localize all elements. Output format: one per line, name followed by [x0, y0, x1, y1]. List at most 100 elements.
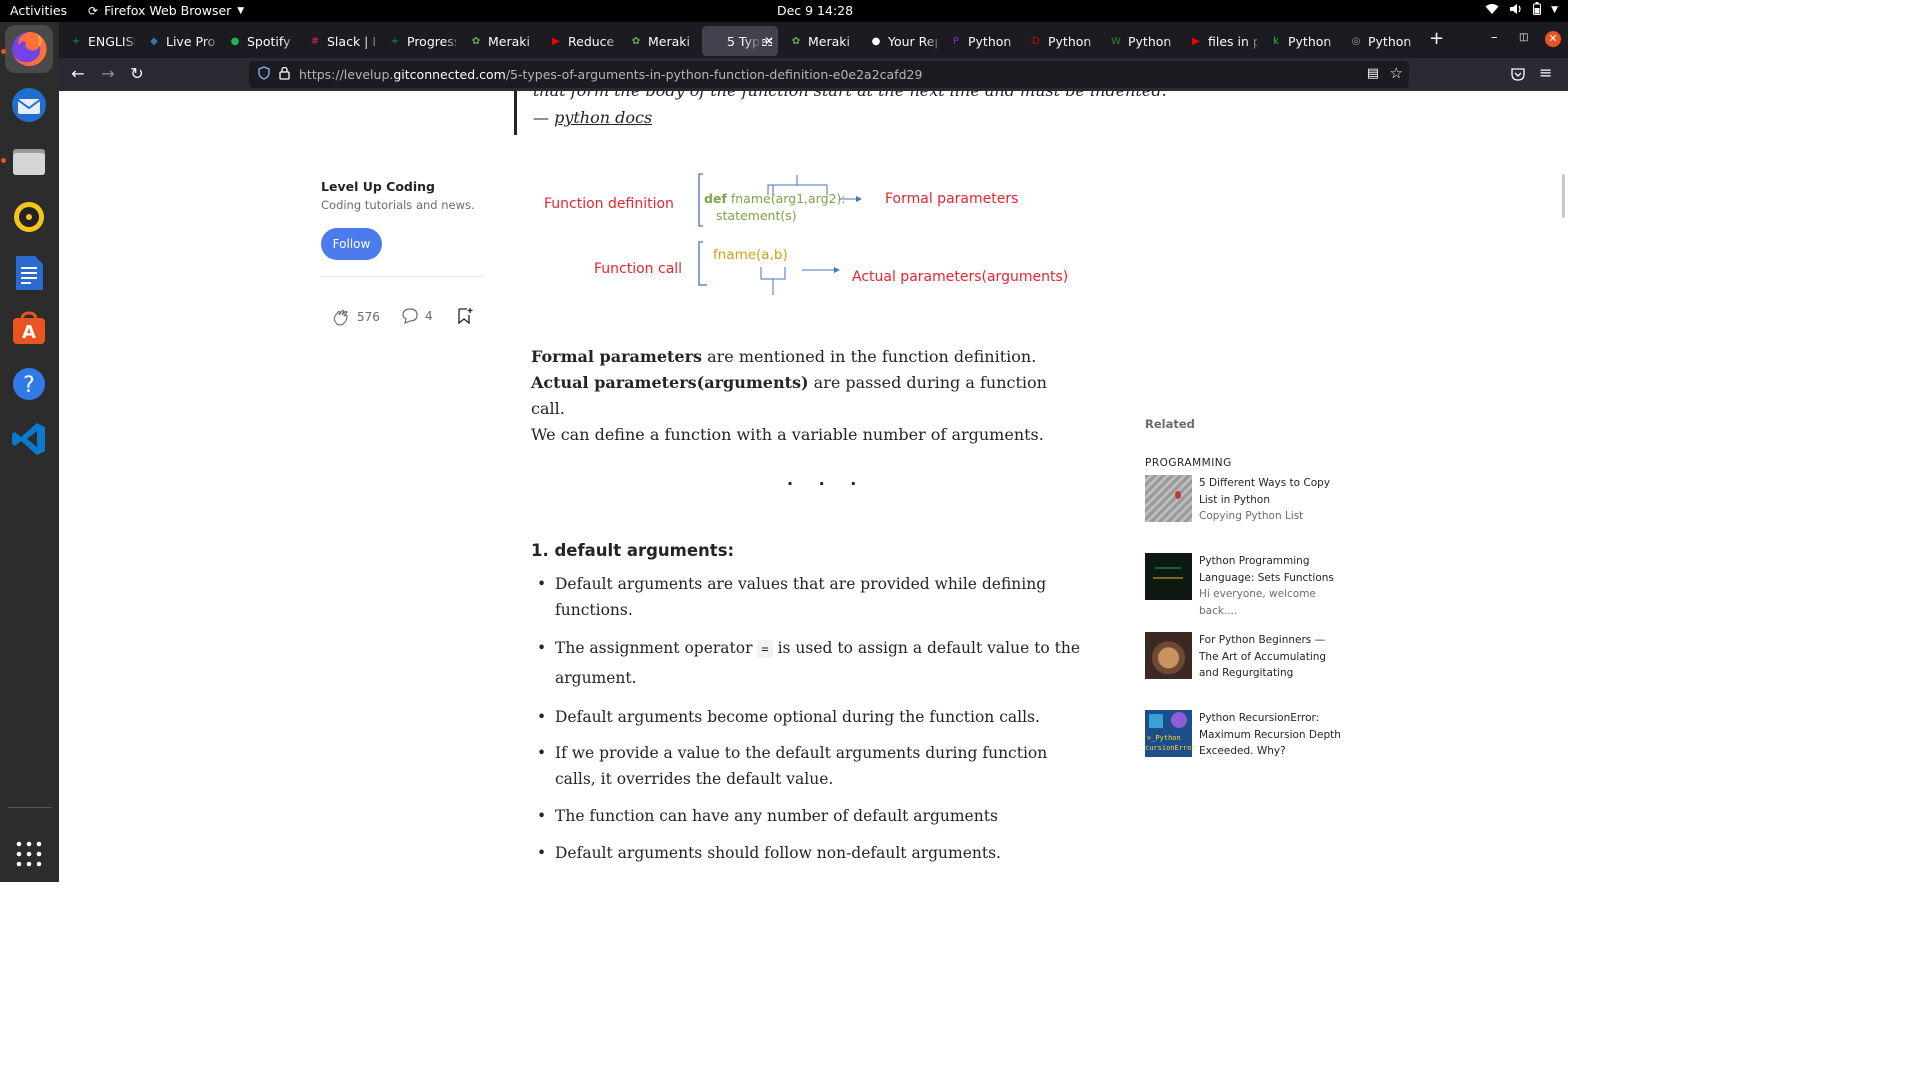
browser-tab[interactable]: ∞5 Types✕	[702, 26, 778, 56]
app-menu-label: Firefox Web Browser	[104, 3, 232, 18]
dock: A ?	[0, 22, 59, 882]
statement-code: statement(s)	[716, 208, 797, 223]
related-subtitle: Hi everyone, welcome back....	[1199, 588, 1316, 617]
browser-tab[interactable]: ◆ Live Pro	[141, 26, 221, 56]
tab-favicon: ●	[230, 35, 240, 47]
tab-label-fade	[744, 26, 762, 56]
actual-parameters-label: Actual parameters(arguments)	[852, 269, 1069, 285]
browser-tab[interactable]: ✿ Meraki	[463, 26, 543, 56]
inline-code: =	[757, 640, 773, 658]
system-top-bar: Activities ⟳ Firefox Web Browser ▼ Dec 9…	[0, 0, 1568, 22]
related-title: For Python Beginners — The Art of Accumu…	[1199, 634, 1327, 679]
dock-vscode[interactable]	[5, 415, 53, 463]
close-window-button[interactable]: ✕	[1545, 31, 1561, 47]
formal-parameters-label: Formal parameters	[885, 191, 1019, 207]
browser-tab[interactable]: +ENGLISH	[63, 26, 141, 56]
browser-tab[interactable]: ● Spotify	[222, 26, 300, 56]
browser-tab[interactable]: # Slack | I	[302, 26, 382, 56]
clap-button[interactable]: 576	[331, 307, 380, 327]
dock-firefox[interactable]	[5, 25, 53, 73]
hamburger-menu-icon[interactable]: ≡	[1539, 63, 1552, 82]
close-tab-icon[interactable]: ✕	[764, 34, 774, 48]
tab-favicon: ◎	[1351, 35, 1361, 47]
firefox-app-icon: ⟳	[88, 3, 99, 18]
tab-label-fade	[1165, 26, 1183, 56]
svg-text:A: A	[22, 322, 36, 343]
vscode-icon	[12, 423, 45, 455]
tab-favicon: ✿	[471, 35, 481, 47]
new-tab-button[interactable]: +	[1429, 28, 1444, 49]
quote-attribution: — python docs	[533, 108, 653, 127]
browser-tab[interactable]: ◎ Python	[1343, 26, 1423, 56]
tab-favicon: +	[390, 35, 400, 47]
lock-icon[interactable]	[279, 66, 290, 83]
url-bar[interactable]: https://levelup.gitconnected.com/5-types…	[249, 61, 1409, 88]
dock-writer[interactable]	[5, 249, 53, 297]
related-section-label[interactable]: PROGRAMMING	[1145, 457, 1345, 469]
blockquote: that form the body of the function start…	[514, 91, 1167, 135]
publication-name[interactable]: Level Up Coding	[321, 179, 483, 194]
browser-tab[interactable]: D Python	[1023, 26, 1103, 56]
rhythmbox-icon	[14, 202, 44, 232]
list-item: Default arguments are values that are pr…	[531, 571, 1091, 623]
browser-tab[interactable]: ✿ Meraki	[783, 26, 863, 56]
reader-view-icon[interactable]: ▤	[1367, 66, 1379, 81]
browser-tab[interactable]: k Python	[1263, 26, 1343, 56]
follow-button[interactable]: Follow	[321, 228, 382, 260]
dock-files[interactable]	[5, 137, 53, 185]
system-tray[interactable]: ▼	[1485, 2, 1558, 18]
restore-button[interactable]: ◫	[1519, 32, 1528, 43]
responses-button[interactable]: 4	[401, 307, 433, 325]
dock-rhythmbox[interactable]	[5, 193, 53, 241]
paragraph-variable-args: We can define a function with a variable…	[531, 425, 1044, 444]
section-separator: · · ·	[787, 474, 867, 493]
divider	[321, 276, 483, 277]
related-thumbnail	[1145, 553, 1192, 600]
pocket-icon[interactable]	[1511, 66, 1525, 85]
back-button[interactable]: ←	[67, 64, 89, 83]
related-title: Python RecursionError: Maximum Recursion…	[1199, 712, 1341, 757]
tab-label: Meraki	[648, 33, 690, 49]
show-applications-button[interactable]	[5, 830, 53, 878]
browser-tab[interactable]: ● Your Rep	[863, 26, 943, 56]
browser-tab[interactable]: W Python	[1103, 26, 1183, 56]
chevron-down-icon: ▼	[237, 5, 245, 16]
tab-label-fade	[364, 26, 382, 56]
browser-tab[interactable]: ✿ Meraki	[623, 26, 703, 56]
shield-icon[interactable]	[258, 66, 270, 83]
dock-software[interactable]: A	[5, 304, 53, 352]
reload-button[interactable]: ↻	[126, 64, 148, 83]
url-text[interactable]: https://levelup.gitconnected.com/5-types…	[299, 67, 922, 82]
browser-tab[interactable]: ▶ Reduce	[543, 26, 623, 56]
libreoffice-writer-icon	[16, 256, 43, 290]
browser-tab[interactable]: + Progress	[382, 26, 462, 56]
save-button[interactable]	[457, 307, 473, 329]
minimize-button[interactable]: –	[1491, 30, 1498, 45]
scrollbar-thumb[interactable]	[1562, 174, 1565, 218]
running-indicator	[1, 49, 6, 54]
dock-help[interactable]: ?	[5, 360, 53, 408]
browser-tab[interactable]: ▶ files in p	[1183, 26, 1263, 56]
activities-button[interactable]: Activities	[10, 3, 67, 18]
clock[interactable]: Dec 9 14:28	[777, 3, 853, 18]
tab-favicon: ✿	[791, 35, 801, 47]
python-docs-link[interactable]: python docs	[554, 108, 652, 127]
bookmark-star-icon[interactable]: ☆	[1390, 64, 1403, 82]
tab-favicon: ◆	[150, 35, 158, 47]
list-item: The function can have any number of defa…	[531, 803, 1091, 829]
forward-button[interactable]: →	[97, 64, 119, 83]
app-menu[interactable]: ⟳ Firefox Web Browser ▼	[88, 3, 244, 18]
tab-label: Meraki	[808, 33, 850, 49]
response-count: 4	[425, 309, 433, 323]
related-title: Python Programming Language: Sets Functi…	[1199, 555, 1334, 584]
related-thumbnail	[1145, 632, 1192, 679]
tab-favicon: ●	[871, 35, 881, 47]
related-heading: Related	[1145, 417, 1195, 431]
quote-text: that form the body of the function start…	[533, 91, 1167, 100]
browser-tab[interactable]: P Python	[943, 26, 1023, 56]
running-indicator	[1, 158, 6, 163]
dock-thunderbird[interactable]	[5, 81, 53, 129]
tab-favicon: P	[952, 35, 960, 47]
tab-label-fade	[282, 26, 300, 56]
battery-icon	[1533, 2, 1542, 18]
